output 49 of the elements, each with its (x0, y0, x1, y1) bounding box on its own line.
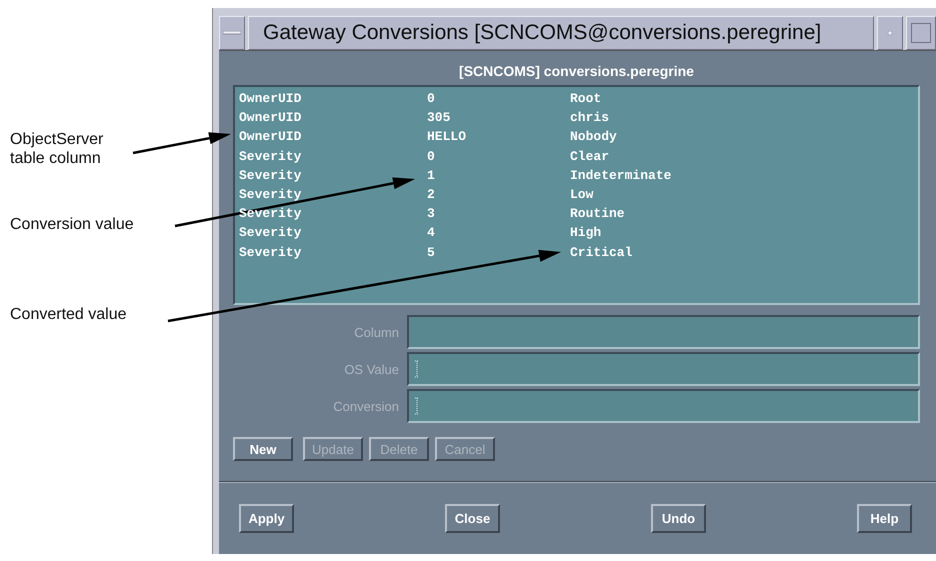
list-header: [SCNCOMS] conversions.peregrine (459, 63, 694, 79)
dialog-button[interactable]: Close (445, 504, 500, 533)
list-cell: Low (570, 187, 594, 202)
list-cell: 4 (427, 225, 435, 240)
edit-button[interactable]: New (233, 437, 293, 461)
input-field[interactable] (407, 315, 920, 349)
list-cell: Root (570, 91, 602, 106)
dialog-button[interactable]: Apply (239, 504, 294, 533)
list-cell: 3 (427, 206, 435, 222)
field-label: Column (354, 324, 399, 340)
conversion-list[interactable]: OwnerUID 0 Root OwnerUID 305 chris OwnerUID HELLO Nobody Severity 0 Clear Severity 1 Indeterminate Severity 2 Low Severity 3 Routine Severity 4 High Severity 5 Critical (233, 85, 920, 305)
list-cell: 0 (427, 91, 435, 106)
list-cell: High (570, 225, 602, 240)
list-cell: OwnerUID (239, 129, 302, 144)
maximize-button[interactable] (906, 16, 936, 50)
list-cell: 305 (427, 110, 450, 126)
callout-label: ObjectServer table column (10, 130, 104, 168)
minus-icon (223, 31, 241, 35)
input-field[interactable] (407, 389, 920, 423)
list-cell: 0 (427, 148, 435, 164)
list-cell: Critical (570, 244, 632, 260)
dialog-button[interactable]: Undo (651, 504, 706, 533)
list-cell: chris (570, 110, 610, 126)
list-cell: HELLO (427, 129, 466, 144)
list-cell: Severity (239, 187, 302, 202)
callout-label: Conversion value (10, 215, 135, 234)
list-cell: Nobody (570, 129, 617, 144)
list-cell: Severity (239, 225, 302, 240)
list-cell: Severity (239, 168, 302, 183)
dialog-button[interactable]: Help (857, 504, 912, 533)
field-label: Conversion (333, 398, 399, 414)
list-cell: 1 (427, 168, 435, 183)
list-cell: Severity (239, 206, 302, 222)
list-cell: Severity (239, 148, 302, 164)
window-menu-button[interactable] (219, 16, 245, 50)
list-cell: Routine (570, 206, 625, 222)
list-cell: Indeterminate (570, 168, 672, 183)
input-field[interactable] (407, 352, 920, 386)
window-title: Gateway Conversions [SCNCOMS@conversions.peregrine] (248, 16, 874, 50)
list-cell: Clear (570, 148, 610, 164)
list-cell: OwnerUID (239, 110, 302, 126)
square-icon (911, 23, 931, 43)
list-cell: Severity (239, 244, 302, 260)
minimize-button[interactable] (877, 16, 903, 50)
list-cell: 5 (427, 244, 435, 260)
list-cell: 2 (427, 187, 435, 202)
field-label: OS Value (344, 362, 399, 376)
list-cell: OwnerUID (239, 91, 302, 106)
callout-label: Converted value (10, 305, 128, 324)
